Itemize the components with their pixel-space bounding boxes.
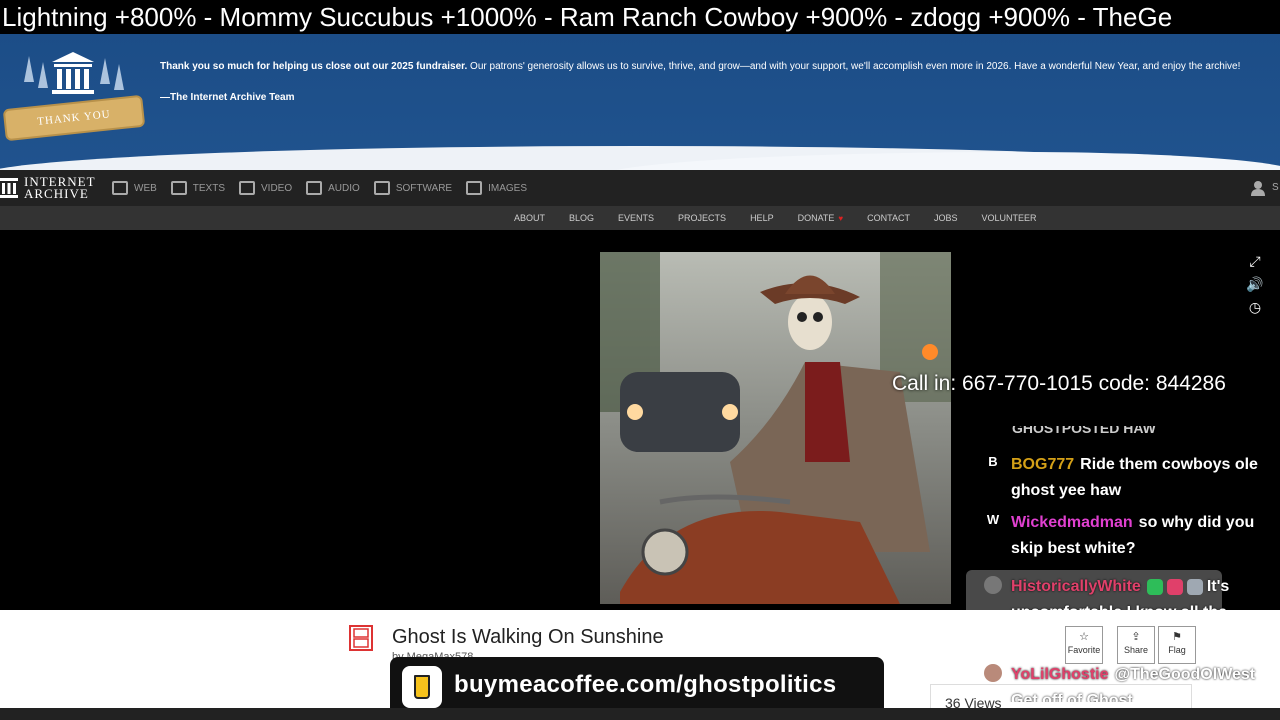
favorite-label: Favorite (1067, 645, 1101, 655)
ia-logo-icon (0, 178, 18, 198)
sub-nav-projects[interactable]: PROJECTS (678, 213, 726, 223)
ticker-text: Lightning +800% - Mommy Succubus +1000% … (2, 2, 1173, 32)
badge-icon (1146, 578, 1163, 595)
ia-logo[interactable]: INTERNET ARCHIVE (0, 175, 96, 201)
sub-nav-events[interactable]: EVENTS (618, 213, 654, 223)
sub-nav-volunteer[interactable]: VOLUNTEER (982, 213, 1037, 223)
share-icon: ⇪ (1131, 631, 1141, 643)
donation-banner: THANK YOU Thank you so much for helping … (0, 34, 1280, 170)
book-icon (170, 181, 187, 195)
chat-username: Wickedmadman (1011, 514, 1133, 531)
nav-audio[interactable]: AUDIO (306, 170, 360, 206)
chat-avatar: W (986, 512, 1000, 527)
nav-audio-label: AUDIO (328, 182, 360, 194)
coffee-link-text: buymeacoffee.com/ghostpolitics (454, 671, 837, 698)
sub-nav-blog[interactable]: BLOG (569, 213, 594, 223)
item-title: Ghost Is Walking On Sunshine (392, 626, 664, 648)
ribbon-text: THANK YOU (36, 108, 112, 128)
nav-images-label: IMAGES (488, 182, 528, 194)
chat-message: YoLilGhostie @TheGoodOlWest Get off of Gh… (984, 662, 1276, 702)
share-label: Share (1123, 645, 1149, 655)
volume-icon[interactable]: 🔊 (1246, 275, 1264, 293)
fullscreen-icon[interactable]: ⤢ (1246, 252, 1264, 270)
ia-top-nav: INTERNET ARCHIVE WEB TEXTS VIDEO AUDIO S… (0, 170, 1280, 206)
share-button[interactable]: ⇪ Share (1117, 626, 1155, 664)
user-icon[interactable] (1250, 180, 1266, 196)
floppy-icon (373, 181, 390, 195)
speaker-icon (306, 181, 323, 195)
flag-label: Flag (1168, 645, 1186, 655)
ticker-bar: Lightning +800% - Mommy Succubus +1000% … (0, 0, 1280, 34)
nav-images[interactable]: IMAGES (466, 170, 527, 206)
ia-logo-line2: ARCHIVE (24, 186, 89, 201)
chat-body: Wickedmadman so why did you skip best whi… (1011, 510, 1273, 562)
flag-button[interactable]: ⚑ Flag (1158, 626, 1196, 664)
chat-cut-message: GHOSTPOSTED HAW (1012, 426, 1156, 436)
nav-web-label: WEB (134, 182, 157, 194)
chat-username: BOG777 (1011, 456, 1075, 473)
clock-icon[interactable]: ◷ (1246, 298, 1264, 316)
nav-video-label: VIDEO (261, 182, 293, 194)
image-icon (466, 181, 483, 195)
sub-nav-donate[interactable]: DONATE ♥ (798, 213, 844, 223)
flag-icon: ⚑ (1172, 631, 1182, 643)
chat-username: HistoricallyWhite (1011, 578, 1141, 595)
nav-software[interactable]: SOFTWARE (373, 170, 453, 206)
coffee-cup-icon (402, 666, 442, 708)
chat-body: YoLilGhostie @TheGoodOlWest Get off of Gh… (1011, 662, 1273, 702)
ia-sub-nav: ABOUT BLOG EVENTS PROJECTS HELP DONATE ♥ … (0, 206, 1280, 230)
chat-body: BOG777 Ride them cowboys ole ghost yee ha… (1011, 452, 1273, 504)
ia-logo-text: INTERNET ARCHIVE (24, 175, 96, 201)
web-icon (112, 181, 128, 195)
sub-nav-items: ABOUT BLOG EVENTS PROJECTS HELP DONATE ♥ … (514, 206, 1061, 230)
favorite-button[interactable]: ☆ Favorite (1065, 626, 1103, 664)
banner-message-rest: Our patrons' generosity allows us to sur… (467, 61, 1241, 72)
tree-icon (100, 58, 110, 84)
bottom-bar (0, 708, 1280, 720)
nav-video[interactable]: VIDEO (239, 170, 292, 206)
archive-temple-icon (52, 52, 94, 94)
nav-texts[interactable]: TEXTS (170, 170, 226, 206)
chat-avatar-image (984, 576, 1002, 594)
sub-nav-help[interactable]: HELP (750, 213, 774, 223)
sub-nav-jobs[interactable]: JOBS (934, 213, 958, 223)
chat-username: YoLilGhostie (1011, 666, 1109, 683)
media-nav: WEB TEXTS VIDEO AUDIO SOFTWARE IMAGES (112, 170, 541, 206)
heart-icon: ♥ (838, 214, 844, 223)
chat-avatar-image (984, 664, 1002, 682)
nav-software-label: SOFTWARE (395, 182, 453, 194)
tree-icon (114, 64, 124, 90)
tree-icon (24, 56, 34, 82)
nav-web[interactable]: WEB (112, 170, 157, 206)
chat-avatar: B (988, 454, 998, 469)
user-label[interactable]: S (1272, 182, 1279, 193)
badge-icon (1186, 578, 1203, 595)
banner-message: Thank you so much for helping us close o… (160, 61, 1240, 73)
film-icon (349, 625, 373, 651)
banner-message-bold: Thank you so much for helping us close o… (160, 61, 468, 72)
nav-texts-label: TEXTS (192, 182, 226, 194)
thank-you-ribbon: THANK YOU (2, 94, 146, 142)
sub-nav-contact[interactable]: CONTACT (867, 213, 910, 223)
video-frame[interactable] (600, 252, 951, 604)
star-icon: ☆ (1079, 631, 1089, 643)
sub-nav-about[interactable]: ABOUT (514, 213, 545, 223)
badge-icon (1166, 578, 1183, 595)
banner-signature: —The Internet Archive Team (160, 92, 295, 103)
thank-you-badge: THANK YOU (2, 44, 146, 144)
tree-icon (38, 62, 48, 88)
call-in-overlay: Call in: 667-770-1015 code: 844286 (892, 372, 1226, 395)
film-icon (239, 181, 256, 195)
sub-nav-donate-label: DONATE (797, 213, 835, 223)
